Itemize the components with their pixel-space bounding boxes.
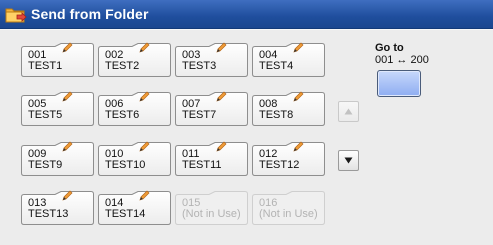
- edit-pencil-icon: [62, 190, 73, 201]
- folder-button-002[interactable]: 002 TEST2: [98, 42, 171, 77]
- edit-pencil-icon: [139, 190, 150, 201]
- folder-name: TEST12: [259, 159, 300, 171]
- folder-name: TEST2: [105, 60, 140, 72]
- edit-pencil-icon: [139, 42, 150, 53]
- folder-name: TEST1: [28, 60, 63, 72]
- folder-button-010[interactable]: 010 TEST10: [98, 141, 171, 176]
- edit-pencil-icon: [216, 42, 227, 53]
- folder-panel: 001 TEST1 002 TEST2 003 TEST3 004 TEST4 005 TEST5…: [0, 29, 493, 245]
- folder-name: TEST8: [259, 109, 294, 121]
- folder-button-011[interactable]: 011 TEST11: [175, 141, 248, 176]
- folder-name: TEST6: [105, 109, 140, 121]
- triangle-up-icon: [344, 108, 353, 115]
- edit-pencil-icon: [62, 42, 73, 53]
- edit-pencil-icon: [293, 42, 304, 53]
- folder-button-001[interactable]: 001 TEST1: [21, 42, 94, 77]
- folder-button-006[interactable]: 006 TEST6: [98, 91, 171, 126]
- folder-send-icon: [5, 4, 27, 24]
- folder-button-013[interactable]: 013 TEST13: [21, 190, 94, 225]
- folder-button-009[interactable]: 009 TEST9: [21, 141, 94, 176]
- edit-pencil-icon: [216, 141, 227, 152]
- scroll-down-button[interactable]: [338, 150, 359, 171]
- folder-name: TEST7: [182, 109, 217, 121]
- folder-name: (Not in Use): [182, 208, 241, 220]
- folder-name: TEST5: [28, 109, 63, 121]
- triangle-down-icon: [344, 157, 353, 164]
- folder-button-015[interactable]: 015 (Not in Use): [175, 191, 248, 225]
- folder-name: TEST11: [182, 159, 222, 171]
- folder-button-003[interactable]: 003 TEST3: [175, 42, 248, 77]
- goto-range: 001 ↔ 200: [375, 54, 429, 66]
- edit-pencil-icon: [62, 141, 73, 152]
- goto-label: Go to: [375, 42, 404, 54]
- folder-name: TEST14: [105, 208, 146, 220]
- folder-name: TEST9: [28, 159, 63, 171]
- folder-name: TEST13: [28, 208, 69, 220]
- edit-pencil-icon: [139, 91, 150, 102]
- edit-pencil-icon: [62, 91, 73, 102]
- folder-button-007[interactable]: 007 TEST7: [175, 91, 248, 126]
- folder-button-005[interactable]: 005 TEST5: [21, 91, 94, 126]
- goto-button[interactable]: [377, 70, 421, 97]
- folder-name: TEST4: [259, 60, 294, 72]
- edit-pencil-icon: [139, 141, 150, 152]
- folder-button-004[interactable]: 004 TEST4: [252, 42, 325, 77]
- scroll-up-button[interactable]: [338, 101, 359, 122]
- folder-button-014[interactable]: 014 TEST14: [98, 190, 171, 225]
- window-title: Send from Folder: [31, 6, 149, 22]
- edit-pencil-icon: [293, 141, 304, 152]
- edit-pencil-icon: [216, 91, 227, 102]
- folder-name: TEST3: [182, 60, 217, 72]
- folder-button-008[interactable]: 008 TEST8: [252, 91, 325, 126]
- folder-button-016[interactable]: 016 (Not in Use): [252, 191, 325, 225]
- folder-button-012[interactable]: 012 TEST12: [252, 141, 325, 176]
- folder-name: TEST10: [105, 159, 146, 171]
- edit-pencil-icon: [293, 91, 304, 102]
- folder-name: (Not in Use): [259, 208, 318, 220]
- title-bar: Send from Folder: [0, 0, 493, 29]
